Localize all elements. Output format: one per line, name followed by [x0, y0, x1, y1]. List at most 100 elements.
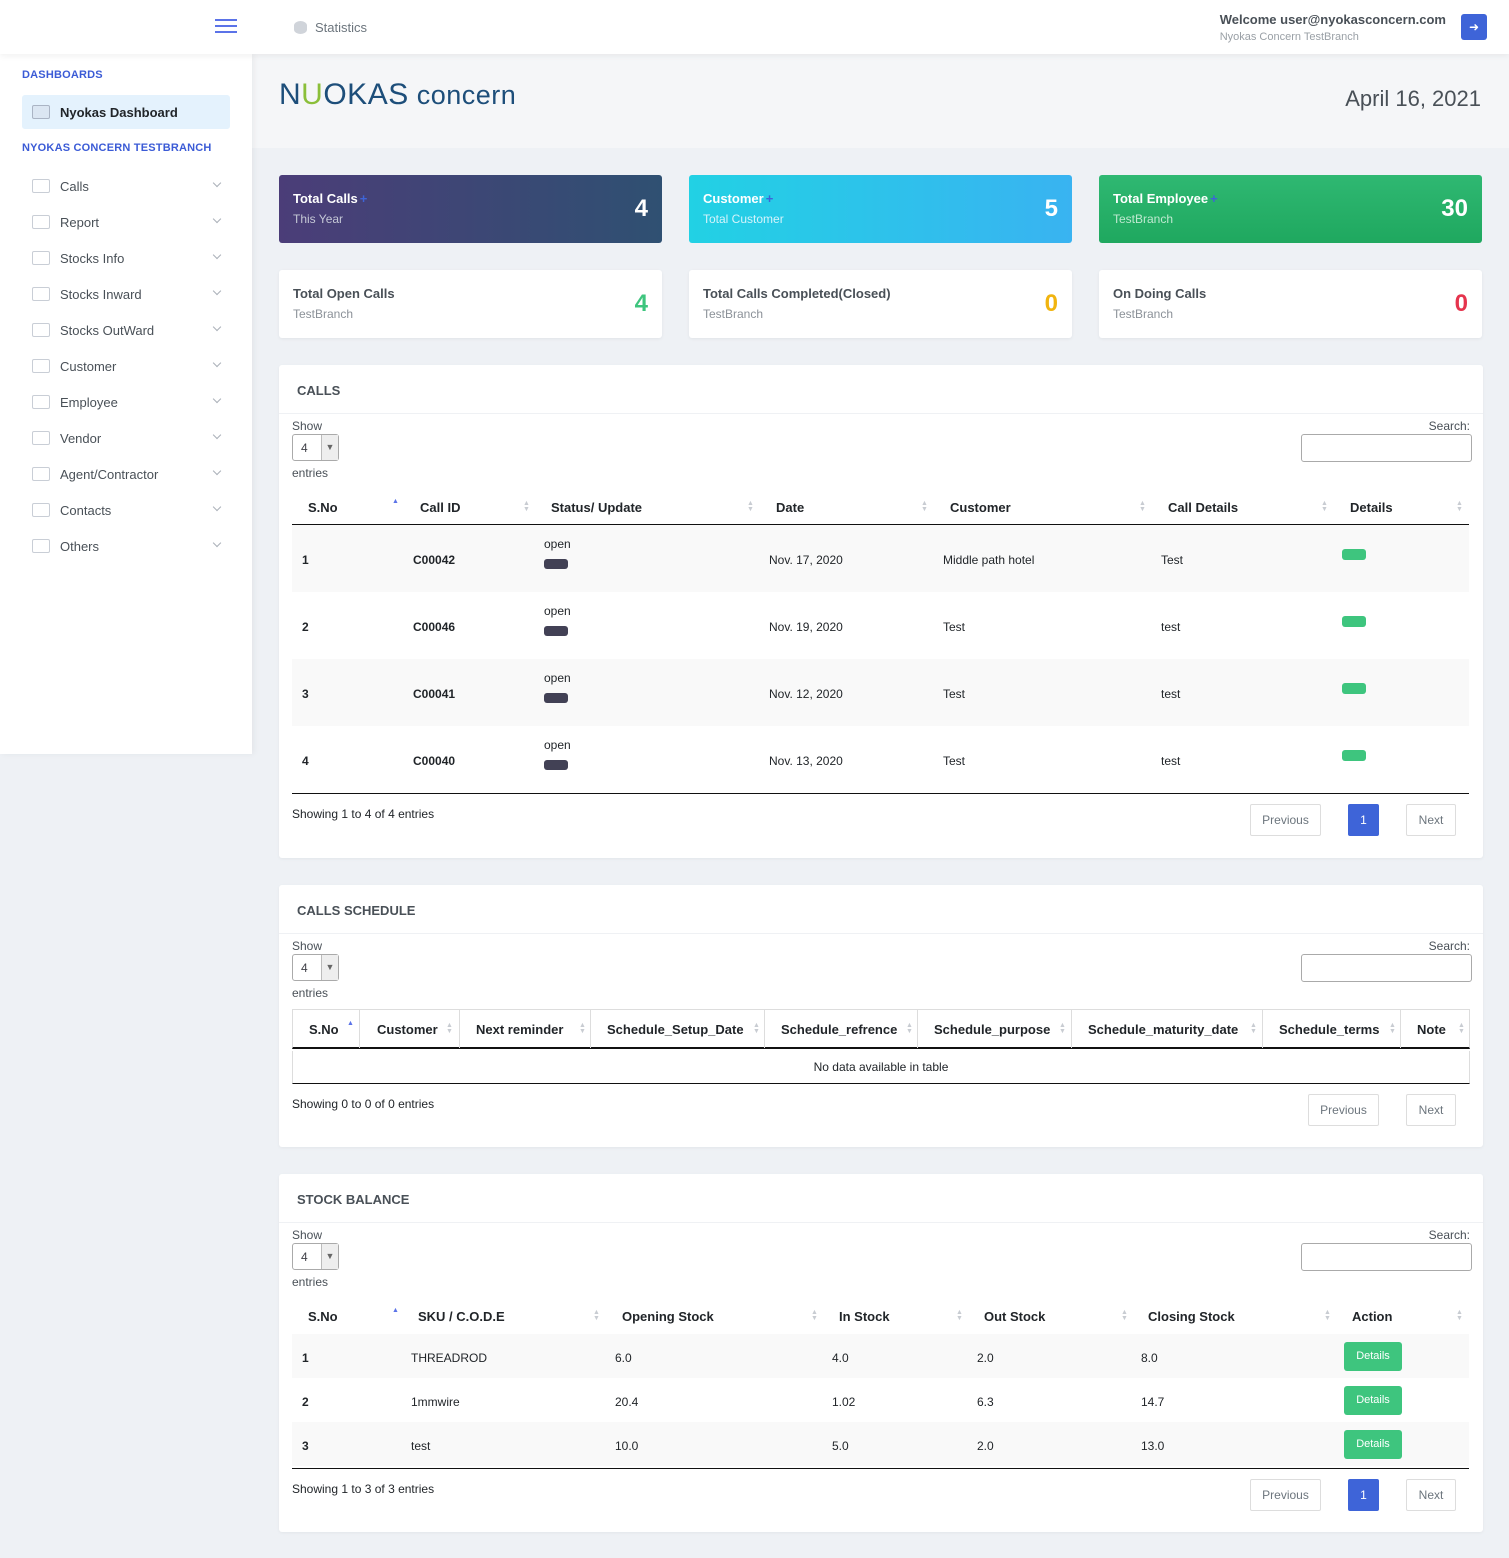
page-1-button[interactable]: 1	[1348, 1479, 1379, 1511]
page-size-select[interactable]: 4 ▼	[292, 954, 339, 981]
plus-icon[interactable]: +	[766, 191, 774, 206]
details-button[interactable]	[1342, 683, 1366, 694]
details-button[interactable]	[1342, 750, 1366, 761]
column-header[interactable]: Schedule_purpose	[934, 1022, 1050, 1037]
column-header[interactable]: S.No	[308, 1309, 338, 1324]
company-logo: NUOKAS concern	[279, 78, 517, 111]
sidebar-item-stocks-info[interactable]: Stocks Info	[32, 246, 222, 270]
details-button[interactable]: Details	[1344, 1386, 1402, 1415]
sort-icon[interactable]: ▲ ▼	[921, 500, 928, 513]
menu-toggle-icon[interactable]	[215, 19, 237, 33]
column-header[interactable]: Opening Stock	[622, 1309, 714, 1324]
previous-button[interactable]: Previous	[1250, 804, 1321, 836]
sidebar-item-employee[interactable]: Employee	[32, 390, 222, 414]
column-header[interactable]: In Stock	[839, 1309, 890, 1324]
plus-icon[interactable]: +	[1210, 191, 1218, 206]
next-button[interactable]: Next	[1406, 804, 1456, 836]
sort-icon[interactable]: ▲ ▼	[1121, 1309, 1128, 1322]
sort-icon[interactable]: ▲ ▼	[1324, 1309, 1331, 1322]
chevron-down-icon	[212, 322, 222, 332]
details-button[interactable]: Details	[1344, 1430, 1402, 1459]
sidebar-item-stocks-inward[interactable]: Stocks Inward	[32, 282, 222, 306]
column-header[interactable]: Schedule_terms	[1279, 1022, 1379, 1037]
previous-button[interactable]: Previous	[1308, 1094, 1379, 1126]
search-input[interactable]	[1301, 434, 1472, 462]
column-header[interactable]: Schedule_maturity_date	[1088, 1022, 1238, 1037]
column-header[interactable]: Date	[776, 500, 804, 515]
column-header[interactable]: Status/ Update	[551, 500, 642, 515]
logout-button[interactable]: ➜	[1461, 14, 1487, 40]
column-header[interactable]: Call ID	[420, 500, 460, 515]
sort-icon[interactable]: ▲ ▼	[1250, 1022, 1257, 1035]
sort-icon[interactable]: ▲ ▼	[1456, 500, 1463, 513]
page-size-select[interactable]: 4 ▼	[292, 434, 339, 461]
total-calls-card[interactable]: Total Calls + This Year 4	[279, 175, 662, 243]
details-button[interactable]	[1342, 616, 1366, 627]
chevron-down-icon	[212, 394, 222, 404]
next-button[interactable]: Next	[1406, 1479, 1456, 1511]
column-header[interactable]: S.No	[308, 500, 338, 515]
sort-icon[interactable]: ▲ ▼	[446, 1022, 453, 1035]
schedule-table-header: S.No ▲ Customer ▲ ▼ Next reminder ▲ ▼ Schedule_S…	[292, 1009, 1470, 1049]
update-status-button[interactable]	[544, 693, 568, 703]
update-status-button[interactable]	[544, 559, 568, 569]
update-status-button[interactable]	[544, 760, 568, 770]
sort-icon[interactable]: ▲ ▼	[1059, 1022, 1066, 1035]
column-header[interactable]: Action	[1352, 1309, 1392, 1324]
sort-icon[interactable]: ▲ ▼	[1456, 1309, 1463, 1322]
sort-icon[interactable]: ▲	[392, 1307, 399, 1314]
sidebar-item-contacts[interactable]: Contacts	[32, 498, 222, 522]
details-button[interactable]	[1342, 549, 1366, 560]
table-info: Showing 1 to 3 of 3 entries	[292, 1482, 435, 1496]
column-header[interactable]: Schedule_Setup_Date	[607, 1022, 744, 1037]
sort-icon[interactable]: ▲ ▼	[753, 1022, 760, 1035]
search-input[interactable]	[1301, 1243, 1472, 1271]
customer-card[interactable]: Customer + Total Customer 5	[689, 175, 1072, 243]
sidebar-item-customer[interactable]: Customer	[32, 354, 222, 378]
column-header[interactable]: Schedule_refrence	[781, 1022, 897, 1037]
sort-icon[interactable]: ▲ ▼	[523, 500, 530, 513]
column-header[interactable]: Closing Stock	[1148, 1309, 1235, 1324]
column-header[interactable]: SKU / C.O.D.E	[418, 1309, 505, 1324]
sort-icon[interactable]: ▲ ▼	[1321, 500, 1328, 513]
search-input[interactable]	[1301, 954, 1472, 982]
sort-icon[interactable]: ▲ ▼	[1389, 1022, 1396, 1035]
sort-icon[interactable]: ▲ ▼	[811, 1309, 818, 1322]
sort-icon[interactable]: ▲ ▼	[579, 1022, 586, 1035]
update-status-button[interactable]	[544, 626, 568, 636]
column-header[interactable]: Next reminder	[476, 1022, 563, 1037]
sort-icon[interactable]: ▲ ▼	[1458, 1022, 1465, 1035]
call-id-cell: C00046	[413, 620, 456, 634]
sidebar-item-vendor[interactable]: Vendor	[32, 426, 222, 450]
sort-icon[interactable]: ▲ ▼	[906, 1022, 913, 1035]
details-button[interactable]: Details	[1344, 1342, 1402, 1371]
sidebar-item-calls[interactable]: Calls	[32, 174, 222, 198]
column-header[interactable]: Note	[1417, 1022, 1446, 1037]
sidebar-item-report[interactable]: Report	[32, 210, 222, 234]
page-size-select[interactable]: 4 ▼	[292, 1243, 339, 1270]
sidebar-item-others[interactable]: Others	[32, 534, 222, 558]
sort-icon[interactable]: ▲	[392, 498, 399, 505]
previous-button[interactable]: Previous	[1250, 1479, 1321, 1511]
sidebar-item-stocks-outward[interactable]: Stocks OutWard	[32, 318, 222, 342]
sort-icon[interactable]: ▲ ▼	[593, 1309, 600, 1322]
next-button[interactable]: Next	[1406, 1094, 1456, 1126]
sidebar-item-label: Employee	[60, 394, 118, 410]
column-header[interactable]: Out Stock	[984, 1309, 1045, 1324]
page-1-button[interactable]: 1	[1348, 804, 1379, 836]
total-employee-card[interactable]: Total Employee + TestBranch 30	[1099, 175, 1482, 243]
table-info: Showing 0 to 0 of 0 entries	[292, 1097, 435, 1111]
column-header[interactable]: Call Details	[1168, 500, 1238, 515]
sidebar-item-agent-contractor[interactable]: Agent/Contractor	[32, 462, 222, 486]
sort-icon[interactable]: ▲ ▼	[956, 1309, 963, 1322]
current-date: April 16, 2021	[1345, 86, 1481, 111]
sort-icon[interactable]: ▲	[347, 1020, 354, 1027]
sort-icon[interactable]: ▲ ▼	[1139, 500, 1146, 513]
column-header[interactable]: S.No	[309, 1022, 339, 1037]
sort-icon[interactable]: ▲ ▼	[747, 500, 754, 513]
plus-icon[interactable]: +	[360, 191, 368, 206]
sidebar-item-nyokas-dashboard[interactable]: Nyokas Dashboard	[22, 95, 230, 129]
column-header[interactable]: Customer	[377, 1022, 438, 1037]
column-header[interactable]: Details	[1350, 500, 1393, 515]
column-header[interactable]: Customer	[950, 500, 1011, 515]
